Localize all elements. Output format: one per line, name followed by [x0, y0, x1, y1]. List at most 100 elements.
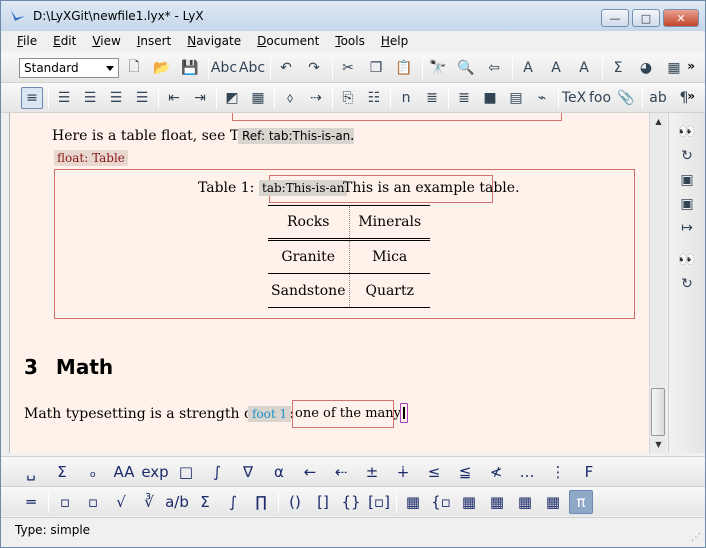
math-product-icon[interactable]: ∏ [249, 490, 273, 514]
insert-figure-float-icon[interactable]: ◩ [221, 87, 243, 109]
math-sum-icon[interactable]: Σ [50, 460, 74, 484]
scroll-down-icon[interactable]: ▼ [650, 436, 667, 453]
menu-help[interactable]: Help [373, 32, 416, 52]
math-sum-sym-icon[interactable]: Σ [193, 490, 217, 514]
view-other-icon[interactable]: ▣ [675, 169, 699, 191]
math-left-arrow-icon[interactable]: ← [298, 460, 322, 484]
text-style-icon[interactable]: A [517, 57, 539, 79]
insert-table-icon[interactable]: ▦ [663, 57, 685, 79]
insert-attachment-icon[interactable]: 📎 [615, 87, 637, 109]
menu-document[interactable]: Document [249, 32, 327, 52]
table-cell[interactable]: Minerals [349, 205, 430, 241]
insert-margin-note-icon[interactable]: ≣ [453, 87, 475, 109]
insert-tex-code-icon[interactable]: TeX [562, 87, 586, 109]
insert-table-float-icon[interactable]: ▦ [247, 87, 269, 109]
update-master-icon[interactable]: ↻ [675, 273, 699, 295]
search-icon[interactable]: 🔍 [455, 57, 477, 79]
menu-view[interactable]: View [84, 32, 128, 52]
layout-select[interactable]: Standard [19, 58, 119, 78]
math-nless-icon[interactable]: ≮ [484, 460, 508, 484]
math-panels-icon[interactable]: π [569, 490, 593, 514]
math-braces-icon[interactable]: {} [339, 490, 363, 514]
math-sqrt-icon[interactable]: √ [109, 490, 133, 514]
minimize-button[interactable]: — [601, 9, 629, 27]
math-dotted-arrow-icon[interactable]: ⇠ [329, 460, 353, 484]
change-case-icon[interactable]: ab [647, 87, 669, 109]
math-plus-minus-icon[interactable]: ± [360, 460, 384, 484]
math-root-icon[interactable]: ∛ [137, 490, 161, 514]
text-style-apply-icon[interactable]: A [545, 57, 567, 79]
math-function-icon[interactable]: F [577, 460, 601, 484]
insert-graphics-icon[interactable]: ◕ [635, 57, 657, 79]
insert-label-icon[interactable]: ⬨ [279, 87, 301, 109]
close-button[interactable]: ✕ [663, 9, 699, 27]
math-subscript-icon[interactable]: ₒ [81, 460, 105, 484]
text-style-paint-icon[interactable]: A [573, 57, 595, 79]
indent-increase-icon[interactable]: ⇥ [189, 87, 211, 109]
insert-box-icon[interactable]: ▤ [505, 87, 527, 109]
math-nabla-icon[interactable]: ∇ [236, 460, 260, 484]
insert-nomenclature-icon[interactable]: n [395, 87, 417, 109]
math-integral-icon[interactable]: ∫ [221, 490, 245, 514]
math-dots-icon[interactable]: … [515, 460, 539, 484]
menu-file[interactable]: File [9, 32, 45, 52]
list-itemize-icon[interactable]: ☰ [79, 87, 101, 109]
math-exp-tag-icon[interactable]: exp [141, 460, 168, 484]
math-cases-icon[interactable]: {▫ [429, 490, 453, 514]
document-scrollbar[interactable]: ▲ ▼ [649, 113, 666, 453]
menu-edit[interactable]: Edit [45, 32, 84, 52]
insert-foot-icon[interactable]: foo [589, 87, 611, 109]
math-add-row-icon[interactable]: ▦ [485, 490, 509, 514]
math-dot-plus-icon[interactable]: ∔ [391, 460, 415, 484]
paste-icon[interactable]: 📋 [393, 57, 415, 79]
math-space-icon[interactable]: ␣ [19, 460, 43, 484]
math-integral-limits-icon[interactable]: ∫ [205, 460, 229, 484]
insert-citation-icon[interactable]: ⎘ [337, 87, 359, 109]
toolbar-more-button[interactable]: » [687, 59, 695, 73]
view-icon[interactable]: 👀 [675, 121, 699, 143]
undo-icon[interactable]: ↶ [275, 57, 297, 79]
math-subscript-box-icon[interactable]: ▫ [53, 490, 77, 514]
view-master-icon[interactable]: 👀 [675, 249, 699, 271]
table-cell[interactable]: Sandstone [268, 273, 350, 308]
math-leqq-icon[interactable]: ≦ [453, 460, 477, 484]
list-nested-icon[interactable]: ☰ [131, 87, 153, 109]
table-cell[interactable]: Granite [268, 239, 350, 274]
new-document-icon[interactable]: 🗋 [123, 57, 145, 79]
redo-icon[interactable]: ↷ [303, 57, 325, 79]
maximize-button[interactable]: □ [632, 9, 660, 27]
resize-grip-icon[interactable]: ⋰ [691, 532, 701, 543]
table-cell[interactable]: Mica [349, 239, 430, 274]
math-add-column-icon[interactable]: ▦ [457, 490, 481, 514]
math-parens-icon[interactable]: () [283, 490, 307, 514]
math-matrix-icon[interactable]: ▦ [401, 490, 425, 514]
update-other-icon[interactable]: ▣ [675, 193, 699, 215]
save-icon[interactable]: 💾 [179, 57, 201, 79]
float-label[interactable]: float: Table [54, 150, 128, 166]
scroll-up-icon[interactable]: ▲ [650, 113, 667, 130]
math-superscript-box-icon[interactable]: ▫ [81, 490, 105, 514]
math-brackets-icon[interactable]: [] [311, 490, 335, 514]
math-font-icon[interactable]: AA [112, 460, 136, 484]
list-description-icon[interactable]: ☰ [105, 87, 127, 109]
open-folder-icon[interactable]: 📂 [151, 57, 173, 79]
paragraph-standard-icon[interactable]: ≡ [21, 87, 43, 109]
math-delete-column-icon[interactable]: ▦ [513, 490, 537, 514]
document-area[interactable]: Here is a table float, see Table Ref: ta… [9, 113, 649, 453]
menu-insert[interactable]: Insert [129, 32, 179, 52]
insert-hyperlink-icon[interactable]: ⌁ [531, 87, 553, 109]
menu-tools[interactable]: Tools [327, 32, 373, 52]
example-table[interactable]: Rocks Minerals Granite Mica Sandstone Qu… [268, 205, 430, 308]
spellcheck-icon[interactable]: Abc [211, 57, 237, 79]
spellcheck-continuous-icon[interactable]: Abc [239, 57, 265, 79]
math-delete-row-icon[interactable]: ▦ [541, 490, 565, 514]
find-icon[interactable]: 🔭 [427, 57, 449, 79]
scrollbar-thumb[interactable] [651, 388, 665, 436]
math-leq-icon[interactable]: ≤ [422, 460, 446, 484]
footnote-inset[interactable]: foot 1 [248, 406, 292, 422]
menu-navigate[interactable]: Navigate [179, 32, 249, 52]
math-alpha-icon[interactable]: α [267, 460, 291, 484]
update-icon[interactable]: ↻ [675, 145, 699, 167]
cross-reference-inset[interactable]: Ref: tab:This-is-an [238, 128, 355, 144]
label-inset[interactable]: tab:This-is-an [259, 180, 348, 196]
